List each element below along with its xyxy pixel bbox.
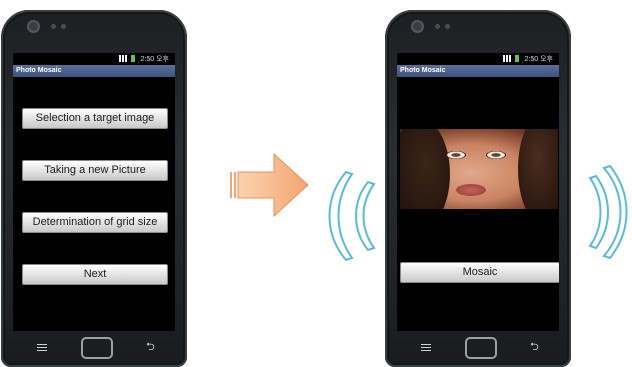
menu-icon[interactable] [421,344,431,351]
battery-icon [131,55,135,62]
photo-eye [486,151,506,159]
photo-eye [446,151,466,159]
signal-icon [503,55,511,62]
status-time: 2:50 오후 [140,56,169,63]
status-bar: 2:50 오후 [13,53,175,65]
wave-right-icon [588,164,628,260]
home-button[interactable] [465,337,497,359]
back-icon[interactable]: ⮌ [146,342,155,353]
home-button[interactable] [81,337,113,359]
sensor-icon [445,24,450,29]
grid-size-button[interactable]: Determination of grid size [22,212,168,233]
phone-left: 2:50 오후 Photo Mosaic Selection a target … [1,10,187,367]
camera-icon [27,20,40,33]
hardware-keys: ⮌ [397,335,559,363]
next-button[interactable]: Next [22,264,168,285]
mosaic-button[interactable]: Mosaic [400,262,559,283]
sensor-icon [61,24,66,29]
photo-lips [456,184,486,196]
photo-hair [400,129,450,209]
signal-icon [119,55,127,62]
screen-right: 2:50 오후 Photo Mosaic Mosaic [397,53,559,331]
arrow-icon [230,152,309,218]
hardware-keys: ⮌ [13,335,175,363]
app-title: Photo Mosaic [397,65,559,77]
screen-left: 2:50 오후 Photo Mosaic Selection a target … [13,53,175,331]
sensor-icon [51,24,56,29]
back-icon[interactable]: ⮌ [530,342,539,353]
status-time: 2:50 오후 [524,56,553,63]
take-new-picture-button[interactable]: Taking a new Picture [22,160,168,181]
wave-left-icon [328,170,376,262]
app-title: Photo Mosaic [13,65,175,77]
sensor-icon [435,24,440,29]
photo-hair [518,129,558,209]
camera-icon [411,20,424,33]
target-photo [400,129,558,209]
menu-icon[interactable] [37,344,47,351]
phone-right: 2:50 오후 Photo Mosaic Mosaic ⮌ [385,10,571,367]
battery-icon [515,55,519,62]
select-target-image-button[interactable]: Selection a target image [22,108,168,129]
status-bar: 2:50 오후 [397,53,559,65]
